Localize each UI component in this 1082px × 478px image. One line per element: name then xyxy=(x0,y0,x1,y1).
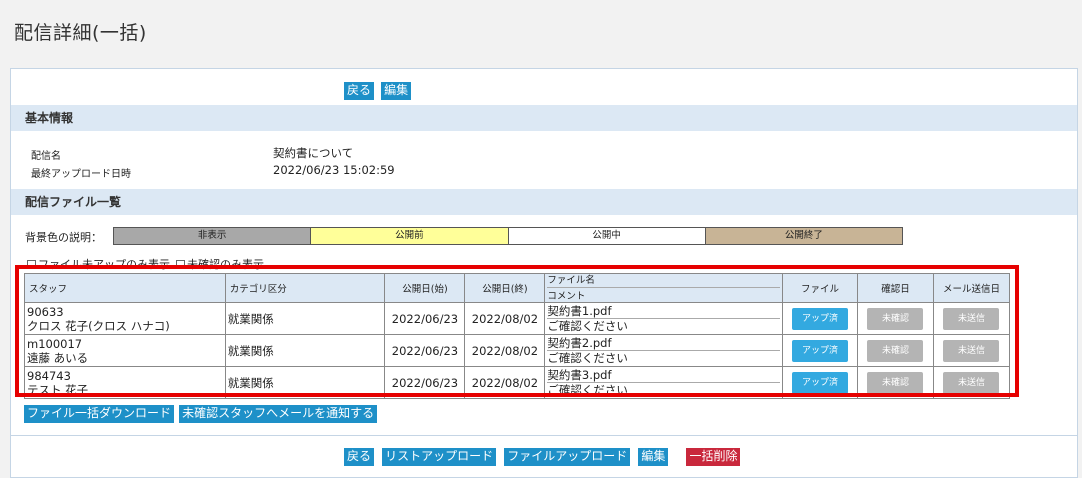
color-legend: 非表示 公開前 公開中 公開終了 xyxy=(113,227,903,245)
legend-before: 公開前 xyxy=(311,228,509,244)
legend-hidden: 非表示 xyxy=(114,228,312,244)
table-action-bar: ファイル一括ダウンロード 未確認スタッフへメールを通知する xyxy=(24,402,378,423)
page-title: 配信詳細(一括) xyxy=(14,22,147,44)
legend-label: 背景色の説明： xyxy=(25,231,102,244)
file-upload-button[interactable]: ファイルアップロード xyxy=(504,448,631,466)
legend-public: 公開中 xyxy=(508,228,706,244)
last-upload-value: 2022/06/23 15:02:59 xyxy=(273,163,395,177)
last-upload-label: 最終アップロード日時 xyxy=(31,169,131,180)
main-panel: 戻る 編集 基本情報 配信名 契約書について 最終アップロード日時 2022/0… xyxy=(10,68,1078,478)
highlight-box xyxy=(15,265,1019,397)
back-button-bottom[interactable]: 戻る xyxy=(344,448,375,466)
edit-button[interactable]: 編集 xyxy=(381,82,412,100)
bulk-download-button[interactable]: ファイル一括ダウンロード xyxy=(24,405,175,423)
back-button[interactable]: 戻る xyxy=(344,82,375,100)
notify-mail-button[interactable]: 未確認スタッフへメールを通知する xyxy=(179,405,378,423)
bulk-delete-button[interactable]: 一括削除 xyxy=(686,448,741,466)
delivery-name-value: 契約書について xyxy=(273,146,354,160)
top-button-bar: 戻る 編集 xyxy=(344,79,413,100)
edit-button-bottom[interactable]: 編集 xyxy=(638,448,669,466)
basic-info-header: 基本情報 xyxy=(11,105,1077,131)
list-upload-button[interactable]: リストアップロード xyxy=(382,448,497,466)
bottom-button-bar: 戻る リストアップロード ファイルアップロード 編集 一括削除 xyxy=(344,445,743,466)
legend-ended: 公開終了 xyxy=(705,228,902,244)
divider xyxy=(11,435,1077,436)
file-list-header: 配信ファイル一覧 xyxy=(11,189,1077,215)
delivery-name-label: 配信名 xyxy=(31,151,61,162)
